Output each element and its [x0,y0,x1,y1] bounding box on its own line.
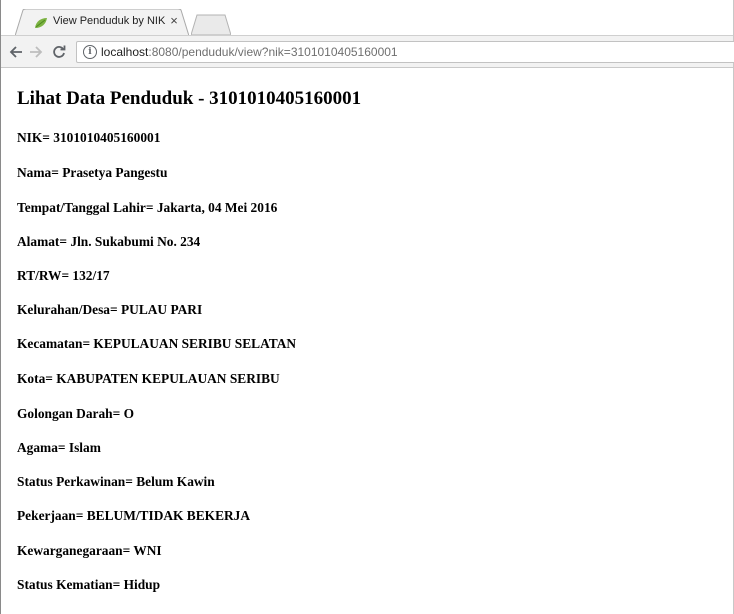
field-status-perkawinan: Status Perkawinan= Belum Kawin [17,474,215,489]
field-kota: Kota= KABUPATEN KEPULAUAN SERIBU [17,371,280,386]
field-nama: Nama= Prasetya Pangestu [17,165,168,180]
forward-arrow-icon[interactable] [26,42,46,62]
field-alamat: Alamat= Jln. Sukabumi No. 234 [17,234,201,249]
page-content: Lihat Data Penduduk - 3101010405160001 N… [1,68,733,614]
field-status-kematian: Status Kematian= Hidup [17,577,161,592]
url-path: :8080/penduduk/view?nik=3101010405160001 [148,45,398,59]
url-host: localhost [101,45,149,59]
leaf-icon [34,16,48,28]
browser-window: View Penduduk by NIK × i localhost:8080/ [0,0,734,614]
field-pekerjaan: Pekerjaan= BELUM/TIDAK BEKERJA [17,508,251,523]
field-golongan-darah: Golongan Darah= O [17,406,135,421]
tab-view-penduduk[interactable]: View Penduduk by NIK × [15,9,189,36]
back-arrow-icon[interactable] [6,42,26,62]
reload-icon[interactable] [49,42,69,62]
new-tab-button[interactable] [191,14,231,35]
address-bar[interactable]: i localhost:8080/penduduk/view?nik=31010… [76,41,734,63]
page-title: Lihat Data Penduduk - 3101010405160001 [17,88,362,109]
info-icon[interactable]: i [83,45,97,59]
field-kecamatan: Kecamatan= KEPULAUAN SERIBU SELATAN [17,336,297,351]
browser-toolbar: i localhost:8080/penduduk/view?nik=31010… [1,35,734,68]
tab-strip: View Penduduk by NIK × [1,0,733,36]
close-icon[interactable]: × [167,13,181,29]
field-kewarganegaraan: Kewarganegaraan= WNI [17,543,162,558]
url-text: localhost:8080/penduduk/view?nik=3101010… [101,45,398,59]
field-agama: Agama= Islam [17,440,101,455]
field-nik: NIK= 3101010405160001 [17,130,161,145]
field-tempat-tgl-lahir: Tempat/Tanggal Lahir= Jakarta, 04 Mei 20… [17,200,278,215]
tab-title: View Penduduk by NIK [53,15,166,27]
field-rt-rw: RT/RW= 132/17 [17,268,110,283]
field-kelurahan: Kelurahan/Desa= PULAU PARI [17,302,203,317]
